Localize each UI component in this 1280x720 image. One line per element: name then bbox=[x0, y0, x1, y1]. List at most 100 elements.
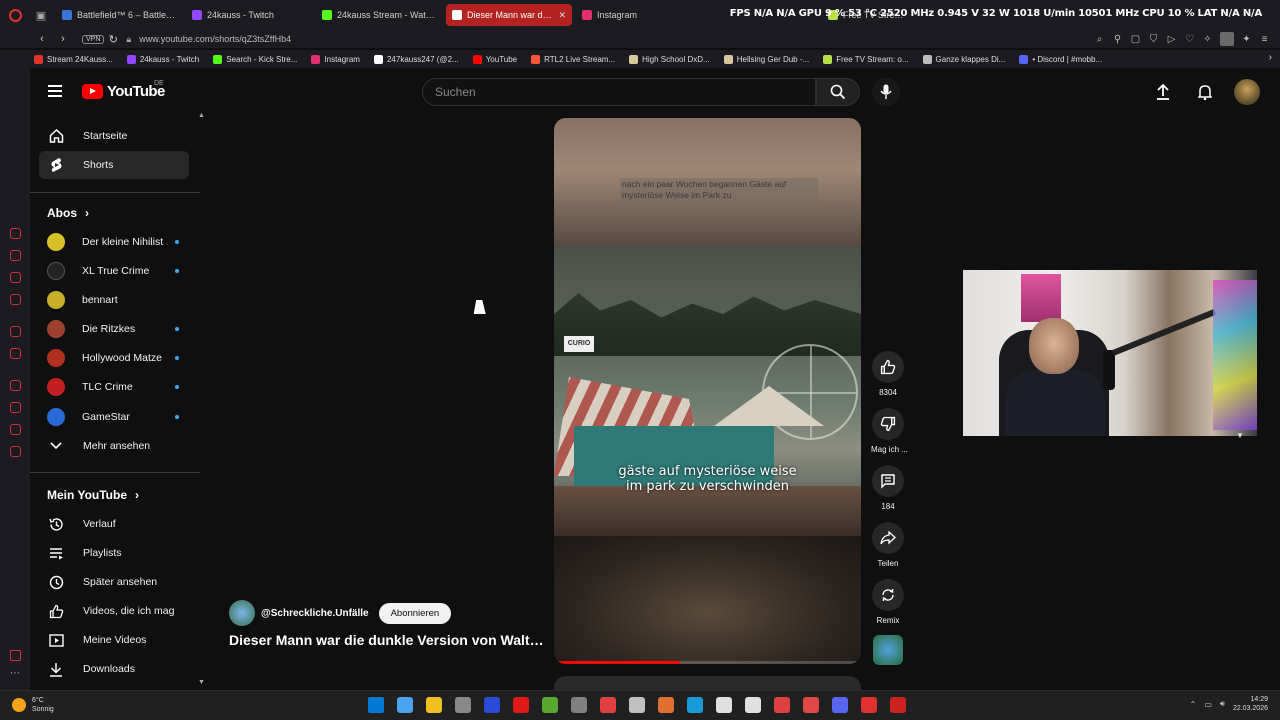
subscription-item[interactable]: bennart bbox=[39, 286, 189, 314]
account-avatar[interactable] bbox=[1234, 79, 1260, 105]
dislike-action[interactable]: Mag ich ... bbox=[871, 408, 908, 454]
taskbar-app-icon[interactable] bbox=[658, 697, 674, 713]
extensions-sidebar-icon[interactable] bbox=[10, 250, 21, 261]
sound-thumbnail[interactable] bbox=[873, 635, 903, 665]
bookmarks-sidebar-icon[interactable] bbox=[10, 272, 21, 283]
taskbar-app-icon[interactable] bbox=[397, 697, 413, 713]
weather-widget[interactable]: 6°C Sonnig bbox=[12, 696, 54, 714]
bookmark-item[interactable]: Hellsing Ger Dub -... bbox=[723, 54, 809, 64]
bookmark-item[interactable]: Search - Kick Stre... bbox=[213, 54, 297, 64]
subscription-item[interactable]: Der kleine Nihilist bbox=[39, 228, 189, 256]
voice-search-button[interactable] bbox=[872, 78, 900, 106]
search-input[interactable]: Suchen bbox=[422, 78, 816, 106]
guide-item-home[interactable]: Startseite bbox=[39, 122, 189, 150]
bookmark-item[interactable]: 24kauss - Twitch bbox=[126, 54, 199, 64]
guide-item-history[interactable]: Verlauf bbox=[39, 510, 189, 538]
guide-item-watch-later[interactable]: Später ansehen bbox=[39, 568, 189, 596]
bookmark-item[interactable]: RTL2 Live Stream... bbox=[531, 54, 615, 64]
zoom-icon[interactable]: ⌕ bbox=[1094, 34, 1105, 45]
shield-icon[interactable]: ⛉ bbox=[1148, 34, 1159, 45]
profile-icon[interactable] bbox=[1220, 32, 1234, 46]
dislike-button[interactable] bbox=[872, 408, 904, 440]
heart-icon[interactable]: ♡ bbox=[1184, 34, 1195, 45]
taskbar-app-icon[interactable] bbox=[774, 697, 790, 713]
channel-avatar[interactable] bbox=[229, 600, 255, 626]
taskbar-app-icon[interactable] bbox=[513, 697, 529, 713]
bookmark-item[interactable]: 247kauss247 (@2... bbox=[373, 54, 459, 64]
tab-0[interactable]: Battlefield™ 6 – Battlefield bbox=[56, 4, 182, 26]
taskbar-app-icon[interactable] bbox=[803, 697, 819, 713]
you-header[interactable]: Mein YouTube › bbox=[47, 488, 139, 502]
like-action[interactable]: 8304 bbox=[871, 351, 905, 397]
guide-item-playlists[interactable]: Playlists bbox=[39, 539, 189, 567]
guide-item-your-videos[interactable]: Meine Videos bbox=[39, 626, 189, 654]
guide-item-liked-videos[interactable]: Videos, die ich mag bbox=[39, 597, 189, 625]
guide-scroll-up-icon[interactable]: ▲ bbox=[198, 112, 205, 119]
taskbar-app-icon[interactable] bbox=[745, 697, 761, 713]
taskbar-app-icon[interactable] bbox=[716, 697, 732, 713]
bookmark-item[interactable]: High School DxD... bbox=[629, 54, 710, 64]
channel-name[interactable]: @Schreckliche.Unfälle bbox=[261, 608, 369, 619]
taskbar-app-icon[interactable] bbox=[426, 697, 442, 713]
notifications-icon[interactable] bbox=[1192, 79, 1218, 105]
music-sidebar-icon[interactable] bbox=[10, 348, 21, 359]
bookmark-item[interactable]: Instagram bbox=[311, 54, 360, 64]
taskbar-app-icon[interactable] bbox=[600, 697, 616, 713]
tray-chevron-icon[interactable]: ⌃ bbox=[1190, 700, 1197, 709]
subscribe-button[interactable]: Abonnieren bbox=[378, 602, 452, 624]
more-sidebar-icon[interactable]: ⋯ bbox=[10, 668, 20, 679]
extensions-icon[interactable]: ✧ bbox=[1202, 34, 1213, 45]
subscription-item[interactable]: Hollywood Matze bbox=[39, 344, 189, 372]
lock-icon[interactable]: 🔒︎ bbox=[126, 34, 131, 45]
messenger-sidebar-icon[interactable] bbox=[10, 294, 21, 305]
twitch-sidebar-icon[interactable] bbox=[10, 326, 21, 337]
upload-icon[interactable] bbox=[1150, 79, 1176, 105]
clock[interactable]: 14:29 22.03.2026 bbox=[1233, 695, 1268, 713]
bookmark-item[interactable]: Ganze klappes Di... bbox=[922, 54, 1005, 64]
video-progress-bar[interactable] bbox=[554, 661, 861, 664]
taskbar-app-icon[interactable] bbox=[368, 697, 384, 713]
pin-icon[interactable]: ⚲ bbox=[1112, 34, 1123, 45]
comments-action[interactable]: 184 bbox=[871, 465, 905, 511]
reload-icon[interactable]: ↻ bbox=[104, 33, 122, 46]
back-icon[interactable]: ‹ bbox=[33, 33, 51, 45]
taskbar-app-icon[interactable] bbox=[687, 697, 703, 713]
settings-sidebar-icon[interactable] bbox=[10, 446, 21, 457]
taskbar-app-icon[interactable] bbox=[455, 697, 471, 713]
bookmark-item[interactable]: Stream 24Kauss... bbox=[34, 54, 113, 64]
tab-3-active[interactable]: Dieser Mann war die d ✕ bbox=[446, 4, 572, 26]
menu-icon[interactable] bbox=[48, 85, 62, 97]
youtube-logo[interactable]: YouTube bbox=[82, 83, 165, 100]
comments-button[interactable] bbox=[872, 465, 904, 497]
taskbar-app-icon[interactable] bbox=[542, 697, 558, 713]
guide-scroll-down-icon[interactable]: ▼ bbox=[198, 679, 205, 686]
player-sidebar-icon[interactable] bbox=[10, 380, 21, 391]
bookmark-item[interactable]: • Discord | #mobb... bbox=[1019, 54, 1102, 64]
guide-item-shorts[interactable]: Shorts bbox=[39, 151, 189, 179]
network-icon[interactable]: ▭ bbox=[1204, 700, 1212, 709]
share-button[interactable] bbox=[872, 522, 904, 554]
downloads-sidebar-icon[interactable] bbox=[10, 424, 21, 435]
show-more-button[interactable]: Mehr ansehen bbox=[39, 432, 189, 460]
search-button[interactable] bbox=[816, 78, 860, 106]
subscription-item[interactable]: TLC Crime bbox=[39, 373, 189, 401]
taskbar-app-icon[interactable] bbox=[861, 697, 877, 713]
share-action[interactable]: Teilen bbox=[871, 522, 905, 568]
taskbar-app-icon[interactable] bbox=[832, 697, 848, 713]
short-video-player[interactable]: nach ein paar Wochen begannen Gäste auf … bbox=[554, 118, 861, 664]
guide-item-downloads[interactable]: Downloads bbox=[39, 655, 189, 683]
music-icon[interactable]: ▷ bbox=[1166, 34, 1177, 45]
remix-button[interactable] bbox=[872, 579, 904, 611]
url-field[interactable]: www.youtube.com/shorts/qZ3tsZffHb4 bbox=[139, 34, 291, 44]
taskbar-app-icon[interactable] bbox=[629, 697, 645, 713]
menu-icon[interactable]: ≡ bbox=[1259, 34, 1270, 45]
remix-action[interactable]: Remix bbox=[871, 579, 905, 625]
bookmark-item[interactable]: YouTube bbox=[472, 54, 517, 64]
forward-icon[interactable]: › bbox=[54, 33, 72, 45]
chevron-down-icon[interactable]: ▼ bbox=[1236, 431, 1250, 441]
bookmark-item[interactable]: Free TV Stream: o... bbox=[823, 54, 909, 64]
taskbar-app-icon[interactable] bbox=[484, 697, 500, 713]
aria-icon[interactable]: ✦ bbox=[1241, 34, 1252, 45]
vpn-badge[interactable]: VPN bbox=[82, 34, 105, 44]
aria-sidebar-icon[interactable] bbox=[10, 228, 21, 239]
